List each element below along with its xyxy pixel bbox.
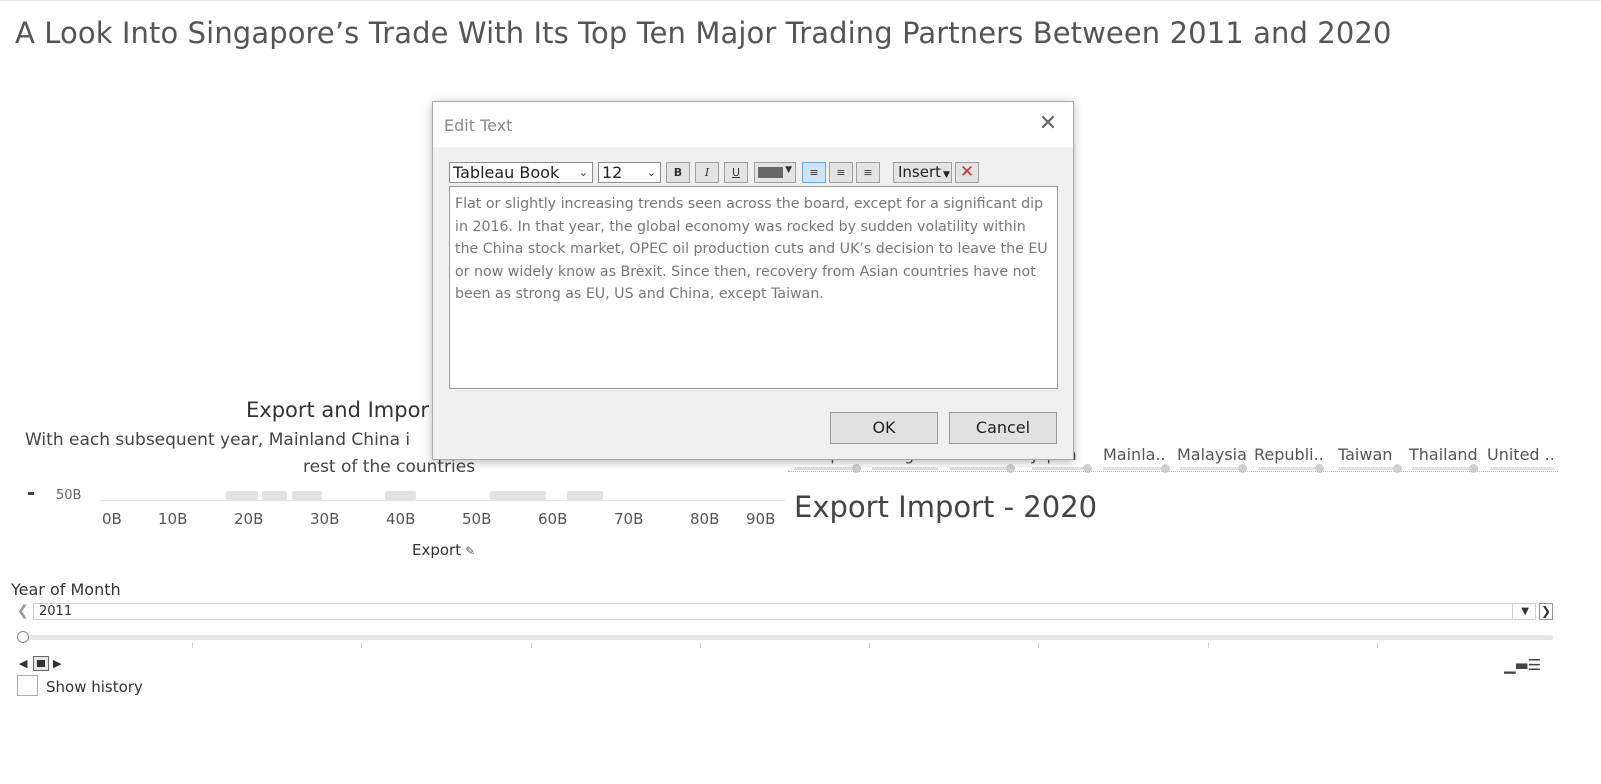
edit-text-dialog: Edit Text ✕ Tableau Book ⌄ 12 ⌄ B I U ▼ ≡ …: [432, 101, 1074, 460]
chevron-down-icon[interactable]: ▼: [1521, 604, 1529, 619]
insert-button[interactable]: Insert ▼: [893, 162, 952, 183]
year-dropdown[interactable]: 2011 ▼: [33, 603, 1536, 620]
underline-button[interactable]: U: [724, 162, 748, 183]
stop-button[interactable]: [33, 656, 49, 671]
clear-formatting-icon[interactable]: ✕: [955, 162, 979, 183]
slider-tick: [700, 643, 701, 648]
left-chart-subtitle-line1: With each subsequent year, Mainland Chin…: [25, 430, 411, 450]
faded-bar: [490, 491, 546, 500]
y-tick-label: 50B: [28, 488, 81, 500]
x-tick-label: 40B: [386, 510, 416, 528]
column-bar: [1180, 467, 1244, 470]
column-bar: [1412, 467, 1476, 470]
slider-tick: [1208, 643, 1209, 648]
font-size-select[interactable]: 12 ⌄: [598, 162, 661, 183]
text-color-picker[interactable]: ▼: [754, 162, 796, 183]
x-axis-label[interactable]: Export ✎: [412, 541, 475, 559]
year-slider-handle[interactable]: [17, 631, 29, 643]
column-bar: [872, 467, 938, 470]
chevron-down-icon: ⌄: [646, 166, 656, 179]
stop-icon: [37, 660, 45, 667]
left-chart-subtitle-line2: rest of the countries: [303, 457, 476, 477]
x-tick-label: 80B: [690, 510, 720, 528]
align-right-button[interactable]: ≡: [856, 162, 880, 183]
dashboard-title: A Look Into Singapore’s Trade With Its T…: [15, 16, 1392, 50]
slider-tick: [869, 643, 870, 648]
italic-button[interactable]: I: [695, 162, 719, 183]
faded-bar: [262, 491, 287, 500]
chevron-right-icon[interactable]: ❯: [1539, 603, 1553, 620]
column-header: Thailand: [1409, 445, 1478, 464]
show-history-label: Show history: [46, 678, 143, 696]
slider-tick: [1038, 643, 1039, 648]
column-header: Mainla..: [1103, 445, 1166, 464]
faded-bar: [567, 491, 603, 500]
play-backward-icon[interactable]: ◀: [19, 657, 27, 670]
faded-bar: [385, 491, 416, 500]
align-center-button[interactable]: ≡: [829, 162, 853, 183]
slider-tick: [1377, 643, 1378, 648]
column-bar: [794, 467, 860, 470]
column-baseline: [788, 471, 1558, 472]
x-tick-label: 10B: [158, 510, 188, 528]
chevron-down-icon: ⌄: [578, 166, 588, 179]
column-header: Malaysia: [1177, 445, 1247, 464]
column-header: Republi..: [1254, 445, 1324, 464]
year-dropdown-value: 2011: [39, 604, 73, 619]
font-family-select[interactable]: Tableau Book ⌄: [449, 162, 593, 183]
dialog-title: Edit Text: [444, 116, 513, 135]
column-bar: [950, 467, 1014, 470]
chevron-down-icon: ▼: [785, 165, 792, 175]
year-filter-label: Year of Month: [11, 580, 121, 599]
chevron-left-icon[interactable]: ❮: [17, 603, 29, 620]
speed-control-icon[interactable]: ▁▬☰: [1504, 656, 1541, 674]
ok-button[interactable]: OK: [830, 412, 938, 444]
faded-bar: [292, 491, 322, 500]
x-tick-label: 30B: [310, 510, 340, 528]
cancel-button[interactable]: Cancel: [949, 412, 1057, 444]
bold-button[interactable]: B: [666, 162, 690, 183]
column-bar: [1338, 467, 1400, 470]
x-tick-label: 0B: [102, 510, 122, 528]
x-tick-label: 50B: [462, 510, 492, 528]
close-icon[interactable]: ✕: [1036, 113, 1060, 137]
column-bar: [1258, 467, 1322, 470]
x-tick-label: 90B: [746, 510, 776, 528]
align-left-button[interactable]: ≡: [802, 162, 826, 183]
x-tick-label: 20B: [234, 510, 264, 528]
pin-icon[interactable]: ✎: [465, 544, 475, 558]
year-slider-track[interactable]: [22, 635, 1553, 640]
top-border: [0, 0, 1601, 1]
slider-tick: [361, 643, 362, 648]
chevron-down-icon: ▼: [943, 170, 950, 180]
right-chart-title: Export Import - 2020: [794, 490, 1098, 524]
show-history-checkbox[interactable]: [17, 675, 38, 696]
dropdown-divider: [1512, 604, 1513, 619]
x-tick-label: 60B: [538, 510, 568, 528]
play-forward-icon[interactable]: ▶: [53, 657, 61, 670]
dialog-titlebar: Edit Text ✕: [433, 102, 1073, 147]
x-tick-label: 70B: [614, 510, 644, 528]
text-editor[interactable]: Flat or slightly increasing trends seen …: [449, 186, 1058, 389]
x-axis-line: [100, 500, 785, 501]
column-bar: [1032, 467, 1088, 470]
column-bar: [1103, 467, 1167, 470]
slider-tick: [531, 643, 532, 648]
column-bar: [1490, 467, 1554, 470]
color-swatch: [758, 167, 783, 178]
column-header: Taiwan: [1338, 445, 1393, 464]
faded-bar: [226, 491, 258, 500]
column-header: United ..: [1487, 445, 1555, 464]
slider-tick: [192, 643, 193, 648]
left-chart-title: Export and Impor: [246, 398, 430, 422]
